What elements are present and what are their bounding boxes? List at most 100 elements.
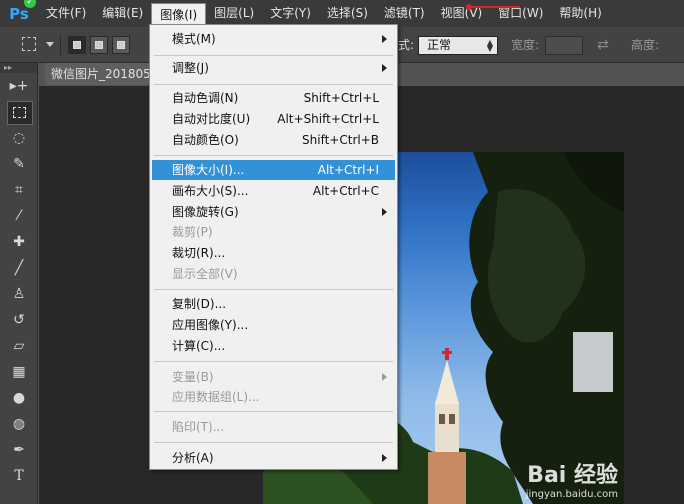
menu-item-shortcut: Alt+Ctrl+C [312,184,379,198]
panel-collapse-icon[interactable]: ▸▸ [0,63,37,73]
menu-item-adjustments[interactable]: 调整(J) [152,58,395,78]
width-label: 宽度: [511,38,540,52]
menu-item-label: 模式(M) [172,32,216,46]
menu-item-label: 计算(C)... [172,339,226,353]
submenu-arrow-icon [382,373,387,381]
menu-type[interactable]: 文字(Y) [262,0,319,27]
subtract-selection-icon [117,41,125,49]
menu-divider [154,289,393,290]
submenu-arrow-icon [382,64,387,72]
healing-brush-tool-icon[interactable]: ✚ [0,229,38,255]
menu-item-mode[interactable]: 模式(M) [152,29,395,49]
menu-view[interactable]: 视图(V) [433,0,491,27]
menu-item-shortcut: Alt+Ctrl+I [317,163,379,177]
width-input[interactable] [545,36,583,55]
menu-divider [154,55,393,56]
menu-item-trap[interactable]: 陷印(T)... [152,417,395,437]
menu-item-auto-contrast[interactable]: 自动对比度(U) Alt+Shift+Ctrl+L [152,109,395,129]
menu-item-label: 复制(D)... [172,297,227,311]
image-menu-dropdown: 模式(M) 调整(J) 自动色调(N) Shift+Ctrl+L 自动对比度(U… [149,24,398,470]
menu-select[interactable]: 选择(S) [319,0,376,27]
lasso-tool-icon[interactable]: ◌ [0,125,38,151]
menu-item-image-rotation[interactable]: 图像旋转(G) [152,202,395,222]
menu-item-apply-data-set[interactable]: 应用数据组(L)... [152,387,395,407]
watermark-url: jingyan.baidu.com [525,489,618,500]
menu-item-crop[interactable]: 裁剪(P) [152,222,395,242]
menu-item-label: 图像旋转(G) [172,205,239,219]
eraser-tool-icon[interactable]: ▱ [0,333,38,359]
menu-divider [154,155,393,156]
menu-window[interactable]: 窗口(W) [466,0,551,27]
add-selection-button[interactable] [90,36,108,54]
menu-item-label: 变量(B) [172,370,214,384]
new-selection-button[interactable] [68,36,86,54]
menu-item-calculations[interactable]: 计算(C)... [152,336,395,356]
menu-item-canvas-size[interactable]: 画布大小(S)... Alt+Ctrl+C [152,181,395,201]
submenu-arrow-icon [382,454,387,462]
menu-item-shortcut: Alt+Shift+Ctrl+L [277,112,379,126]
gradient-tool-icon[interactable]: ▦ [0,359,38,385]
menu-item-label: 调整(J) [172,61,209,75]
menu-item-label: 画布大小(S)... [172,184,249,198]
menu-item-image-size[interactable]: 图像大小(I)... Alt+Ctrl+I [152,160,395,180]
menu-divider [154,411,393,412]
menu-item-duplicate[interactable]: 复制(D)... [152,294,395,314]
menu-layer[interactable]: 图层(L) [206,0,262,27]
pen-tool-icon[interactable]: ✒ [0,437,38,463]
style-select[interactable]: 正常 ▲ ▼ [418,36,498,55]
crop-tool-icon[interactable]: ⌗ [0,177,38,203]
menu-item-label: 自动色调(N) [172,91,239,105]
menu-window-label: 窗口(W) [498,6,544,20]
menu-item-label: 分析(A) [172,451,214,465]
style-label: 式: [398,38,415,52]
menu-edit[interactable]: 编辑(E) [94,0,151,27]
menu-item-shortcut: Shift+Ctrl+B [302,133,379,147]
clone-stamp-tool-icon[interactable]: ♙ [0,281,38,307]
ps-logo-text: Ps [9,4,29,23]
menu-bar: Ps ✓ 文件(F) 编辑(E) 图像(I) 图层(L) 文字(Y) 选择(S)… [0,0,684,27]
menu-item-label: 自动颜色(O) [172,133,239,147]
menu-item-trim[interactable]: 裁切(R)... [152,243,395,263]
tools-panel: ▸▸ ▸+ ◌ ✎ ⌗ ⁄ ✚ ╱ ♙ ↺ ▱ ▦ ● ◍ ✒ T [0,63,38,504]
type-tool-icon[interactable]: T [0,463,38,489]
subtract-selection-button[interactable] [112,36,130,54]
brush-tool-icon[interactable]: ╱ [0,255,38,281]
swap-icon[interactable]: ⇄ [597,27,609,63]
height-label: 高度: [631,38,660,52]
menu-help[interactable]: 帮助(H) [551,0,609,27]
dodge-tool-icon[interactable]: ◍ [0,411,38,437]
style-select-value: 正常 [427,38,452,52]
move-tool-icon[interactable]: ▸+ [0,73,38,99]
menu-item-analysis[interactable]: 分析(A) [152,448,395,468]
menu-divider [154,442,393,443]
menu-item-auto-color[interactable]: 自动颜色(O) Shift+Ctrl+B [152,130,395,150]
menu-file[interactable]: 文件(F) [38,0,94,27]
menu-item-shortcut: Shift+Ctrl+L [303,91,379,105]
menu-item-auto-tone[interactable]: 自动色调(N) Shift+Ctrl+L [152,88,395,108]
chevron-down-icon[interactable] [46,42,54,47]
annotation-line [468,6,521,8]
menu-item-label: 裁切(R)... [172,246,226,260]
add-selection-icon [95,41,103,49]
blur-tool-icon[interactable]: ● [0,385,38,411]
submenu-arrow-icon [382,208,387,216]
divider [60,35,61,55]
document-tab[interactable]: 微信图片_201805 [45,63,160,85]
menu-item-variables[interactable]: 变量(B) [152,367,395,387]
menu-item-label: 图像大小(I)... [172,163,245,177]
menu-item-label: 显示全部(V) [172,267,238,281]
eyedropper-tool-icon[interactable]: ⁄ [0,203,38,229]
marquee-preset-icon[interactable] [22,37,36,51]
menu-filter[interactable]: 滤镜(T) [376,0,433,27]
menu-item-label: 自动对比度(U) [172,112,251,126]
history-brush-tool-icon[interactable]: ↺ [0,307,38,333]
updown-arrow-icon: ▲ ▼ [486,38,493,53]
menu-item-reveal-all[interactable]: 显示全部(V) [152,264,395,284]
photoshop-logo: Ps ✓ [0,0,38,27]
submenu-arrow-icon [382,35,387,43]
quick-select-tool-icon[interactable]: ✎ [0,151,38,177]
baidu-watermark: Bai 经验 jingyan.baidu.com [526,457,618,500]
menu-item-apply-image[interactable]: 应用图像(Y)... [152,315,395,335]
marquee-tool-icon[interactable] [0,99,38,125]
check-badge-icon: ✓ [24,0,36,8]
